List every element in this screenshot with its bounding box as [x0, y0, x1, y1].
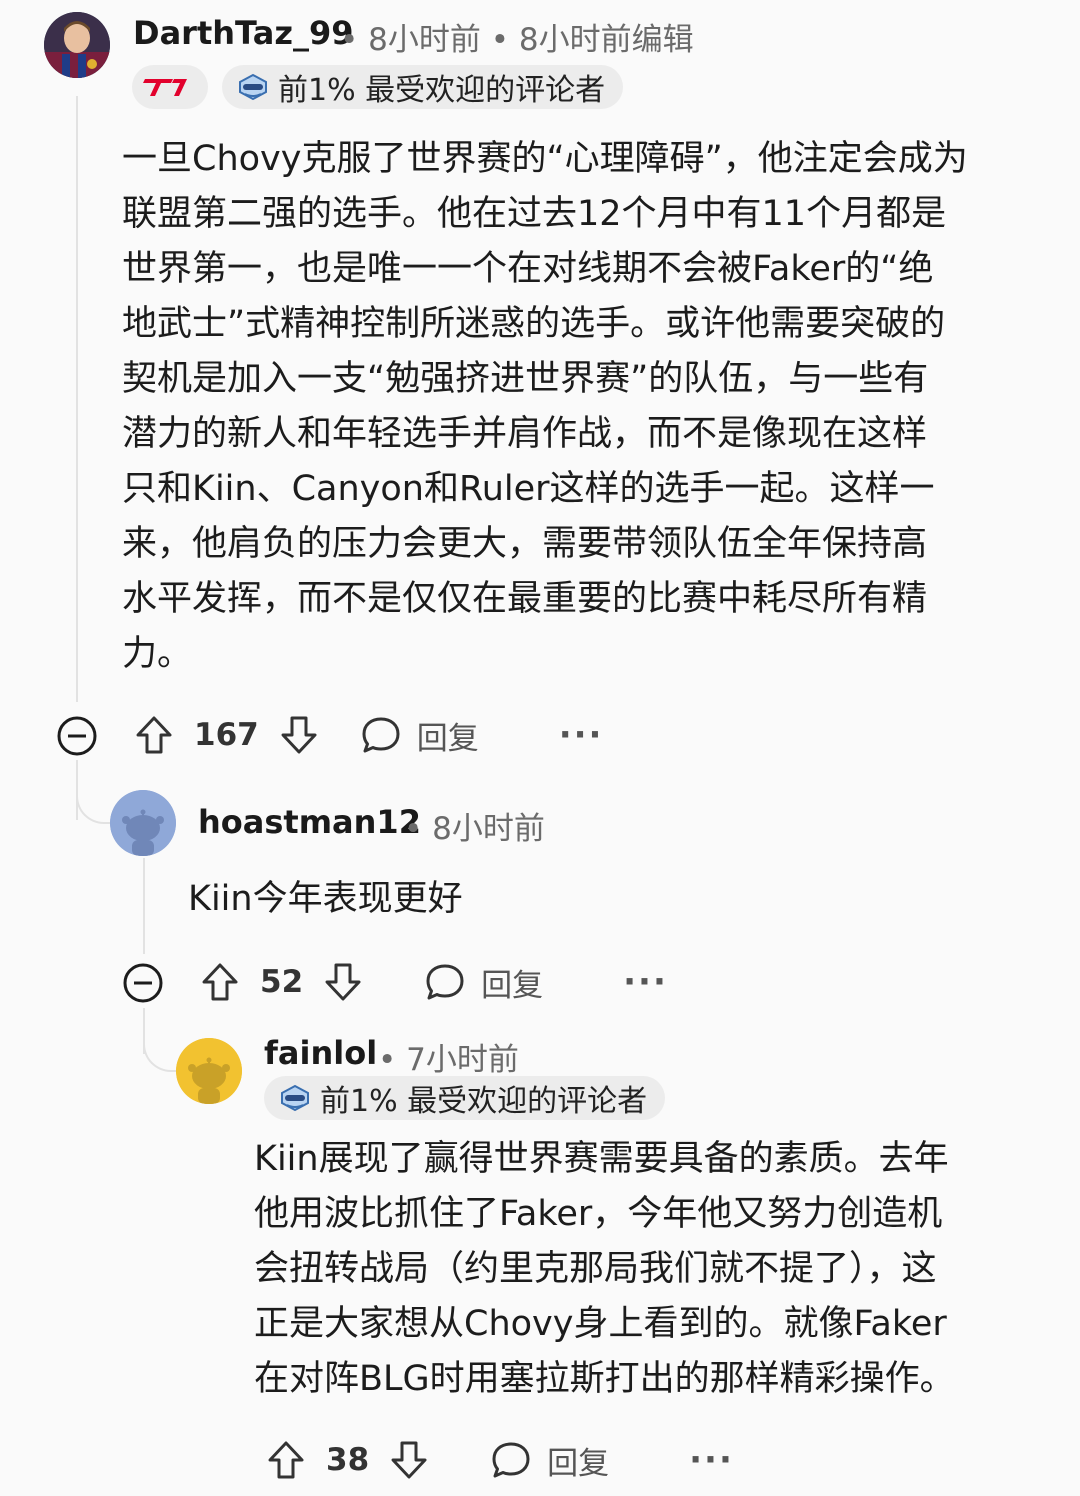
- thread-line-reply-1: [143, 858, 145, 954]
- comment-line: Kiin展现了赢得世界赛需要具备的素质。去年: [254, 1139, 949, 1179]
- collapse-button[interactable]: [122, 962, 164, 1004]
- comment-username[interactable]: fainlol: [264, 1034, 377, 1072]
- comment-line: 只和Kiin、Canyon和Ruler这样的选手一起。这样一: [122, 469, 935, 509]
- more-options-button[interactable]: ···: [623, 962, 668, 1002]
- speech-bubble-icon: [362, 717, 400, 753]
- thread-elbow-reply-2: [143, 1008, 179, 1072]
- arrow-down-icon[interactable]: [387, 1438, 431, 1482]
- top-commenter-badge: 前1% 最受欢迎的评论者: [222, 65, 624, 109]
- reply-label: 回复: [481, 967, 544, 1004]
- comment-line: 一旦Chovy克服了世界赛的“心理障碍”，他注定会成为: [122, 139, 968, 179]
- vote-count: 38: [326, 1442, 370, 1478]
- t1-logo-icon: [143, 79, 187, 96]
- comment-actions: 52 回复 ···: [198, 952, 668, 1012]
- top-commenter-badge: 前1% 最受欢迎的评论者: [264, 1076, 666, 1120]
- comment-line: 会扭转战局（约里克那局我们就不提了），这: [254, 1249, 937, 1289]
- avatar-fainlol[interactable]: [176, 1038, 242, 1104]
- flair-badge: [132, 65, 208, 109]
- reply-button[interactable]: 回复: [359, 713, 479, 758]
- vote-count: 167: [194, 717, 259, 753]
- badge-label: 前1% 最受欢迎的评论者: [278, 73, 606, 108]
- comment-line: 来，他肩负的压力会更大，需要带领队伍全年保持高: [122, 524, 928, 564]
- comment-line: 正是大家想从Chovy身上看到的。就像Faker: [254, 1304, 947, 1344]
- comment-username[interactable]: DarthTaz_99: [133, 14, 353, 52]
- arrow-up-icon[interactable]: [264, 1438, 308, 1482]
- comment-line: 联盟第二强的选手。他在过去12个月中有11个月都是: [122, 194, 947, 234]
- comment-body: 一旦Chovy克服了世界赛的“心理障碍”，他注定会成为 联盟第二强的选手。他在过…: [122, 132, 968, 682]
- snoo-avatar-icon: [110, 790, 176, 856]
- vote-count: 52: [260, 964, 304, 1000]
- badge-label: 前1% 最受欢迎的评论者: [320, 1084, 648, 1119]
- comment-line: 在对阵BLG时用塞拉斯打出的那样精彩操作。: [254, 1359, 955, 1399]
- comment-line: 潜力的新人和年轻选手并肩作战，而不是像现在这样: [122, 414, 928, 454]
- top-commenter-badge-icon: [281, 1084, 309, 1112]
- comment-meta: • 8小时前: [404, 811, 545, 847]
- thread-line-root: [76, 96, 78, 702]
- arrow-down-icon[interactable]: [277, 713, 321, 757]
- avatar-darthtaz[interactable]: [44, 12, 110, 78]
- speech-bubble-icon: [492, 1442, 530, 1478]
- minus-circle-icon: [57, 716, 97, 756]
- comment-line: 他用波比抓住了Faker，今年他又努力创造机: [254, 1194, 943, 1234]
- comment-meta: • 7小时前: [378, 1042, 519, 1078]
- comment-actions: 38 回复 ···: [264, 1430, 734, 1490]
- top-commenter-badge-icon: [239, 73, 267, 101]
- comment-line: Kiin今年表现更好: [188, 879, 463, 919]
- comment-actions: 167 回复 ···: [132, 705, 603, 765]
- more-options-button[interactable]: ···: [559, 715, 604, 755]
- collapse-button[interactable]: [56, 715, 98, 757]
- comment-meta: • 8小时前 • 8小时前编辑: [340, 22, 694, 58]
- comment-body: Kiin展现了赢得世界赛需要具备的素质。去年 他用波比抓住了Faker，今年他又…: [254, 1132, 955, 1407]
- comment-line: 地武士”式精神控制所迷惑的选手。或许他需要突破的: [122, 304, 946, 344]
- comment-line: 世界第一，也是唯一一个在对线期不会被Faker的“绝: [122, 249, 934, 289]
- reply-label: 回复: [416, 720, 479, 757]
- comment-line: 契机是加入一支“勉强挤进世界赛”的队伍，与一些有: [122, 359, 929, 399]
- more-options-button[interactable]: ···: [689, 1440, 734, 1480]
- user-avatar-icon: [44, 12, 110, 78]
- arrow-up-icon[interactable]: [198, 960, 242, 1004]
- reply-button[interactable]: 回复: [423, 960, 543, 1005]
- reply-label: 回复: [547, 1445, 610, 1482]
- minus-circle-icon: [123, 963, 163, 1003]
- thread-elbow-reply-1: [76, 760, 114, 824]
- arrow-up-icon[interactable]: [132, 713, 176, 757]
- comment-username[interactable]: hoastman12: [198, 803, 421, 841]
- snoo-avatar-icon: [176, 1038, 242, 1104]
- comment-line: 水平发挥，而不是仅仅在最重要的比赛中耗尽所有精: [122, 579, 928, 619]
- speech-bubble-icon: [426, 964, 464, 1000]
- reply-button[interactable]: 回复: [489, 1438, 609, 1483]
- avatar-hoastman12[interactable]: [110, 790, 176, 856]
- comment-line: 力。: [122, 634, 193, 674]
- comment-body: Kiin今年表现更好: [188, 872, 463, 927]
- arrow-down-icon[interactable]: [321, 960, 365, 1004]
